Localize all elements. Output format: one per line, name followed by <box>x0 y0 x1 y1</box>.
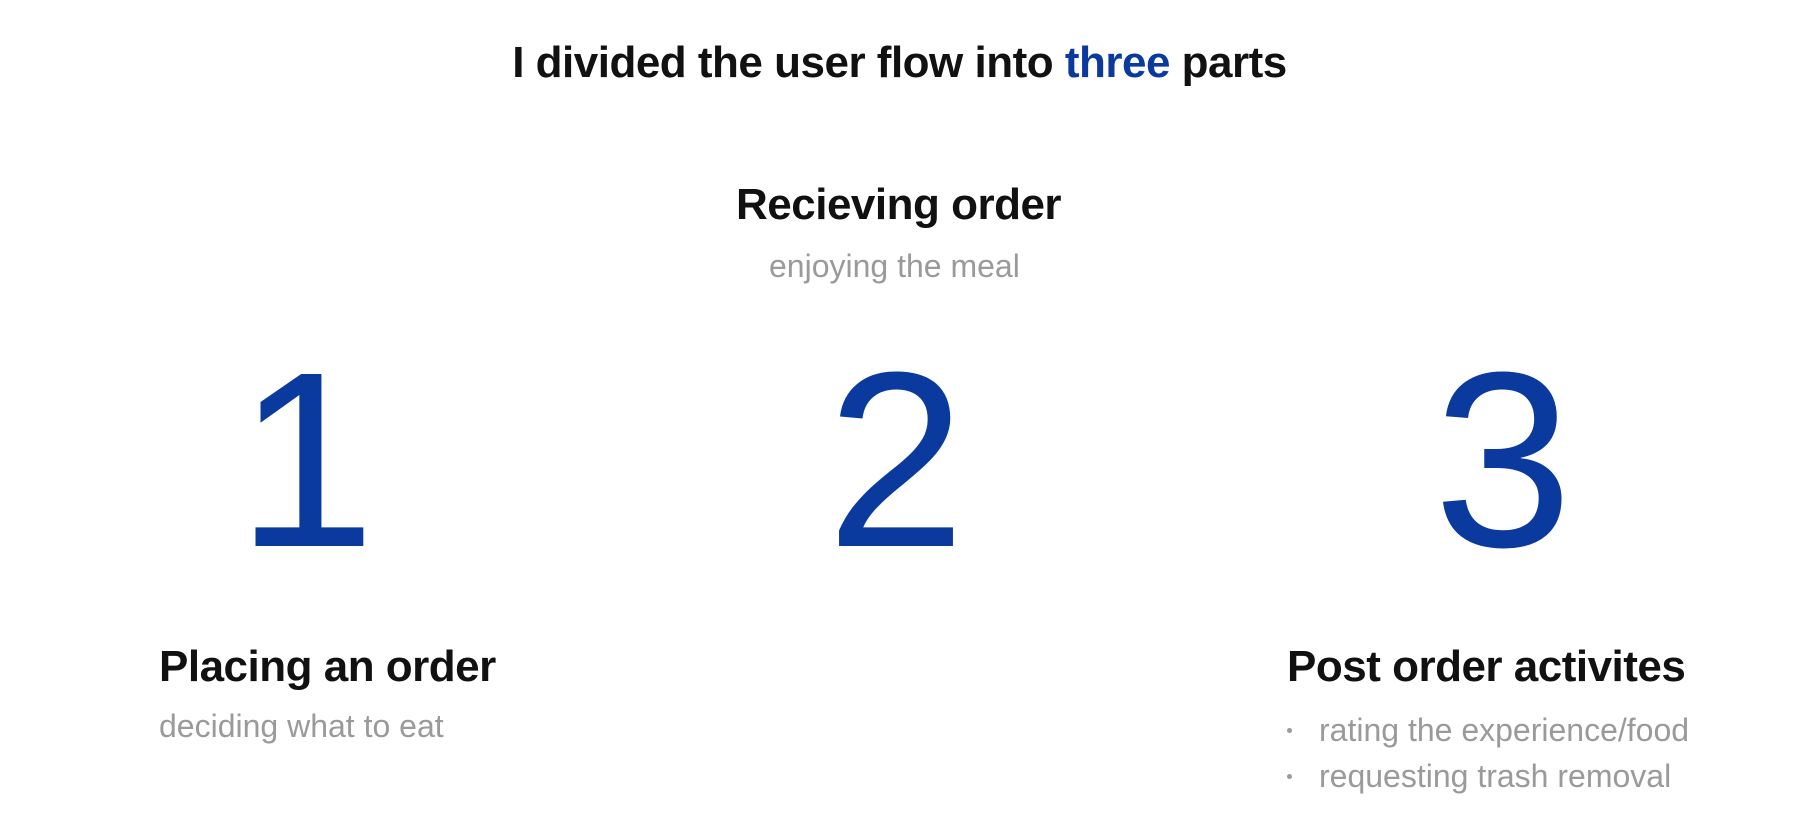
page-headline: I divided the user flow into three parts <box>0 38 1799 88</box>
step-3-title: Post order activites <box>1287 642 1686 691</box>
step-1-subtitle: deciding what to eat <box>159 708 444 744</box>
step-1-number: 1 <box>236 320 376 599</box>
step-2-title: Recieving order <box>736 180 1062 229</box>
list-item: rating the experience/food <box>1287 707 1689 753</box>
step-3-bullet-list: rating the experience/food requesting tr… <box>1287 707 1689 799</box>
headline-text-end: parts <box>1169 38 1288 87</box>
headline-accent-word: three <box>1064 38 1171 87</box>
step-2-subtitle: enjoying the meal <box>769 248 1020 284</box>
bullet-dot-icon <box>1287 774 1292 779</box>
headline-text-start: I divided the user flow into <box>512 38 1065 87</box>
step-1-title: Placing an order <box>159 642 496 691</box>
bullet-dot-icon <box>1287 728 1292 733</box>
step-3-bullet-text: requesting trash removal <box>1319 758 1672 794</box>
step-3-number: 3 <box>1433 320 1573 599</box>
step-2-number: 2 <box>826 320 966 599</box>
step-3-bullet-text: rating the experience/food <box>1319 712 1690 748</box>
list-item: requesting trash removal <box>1287 753 1689 799</box>
